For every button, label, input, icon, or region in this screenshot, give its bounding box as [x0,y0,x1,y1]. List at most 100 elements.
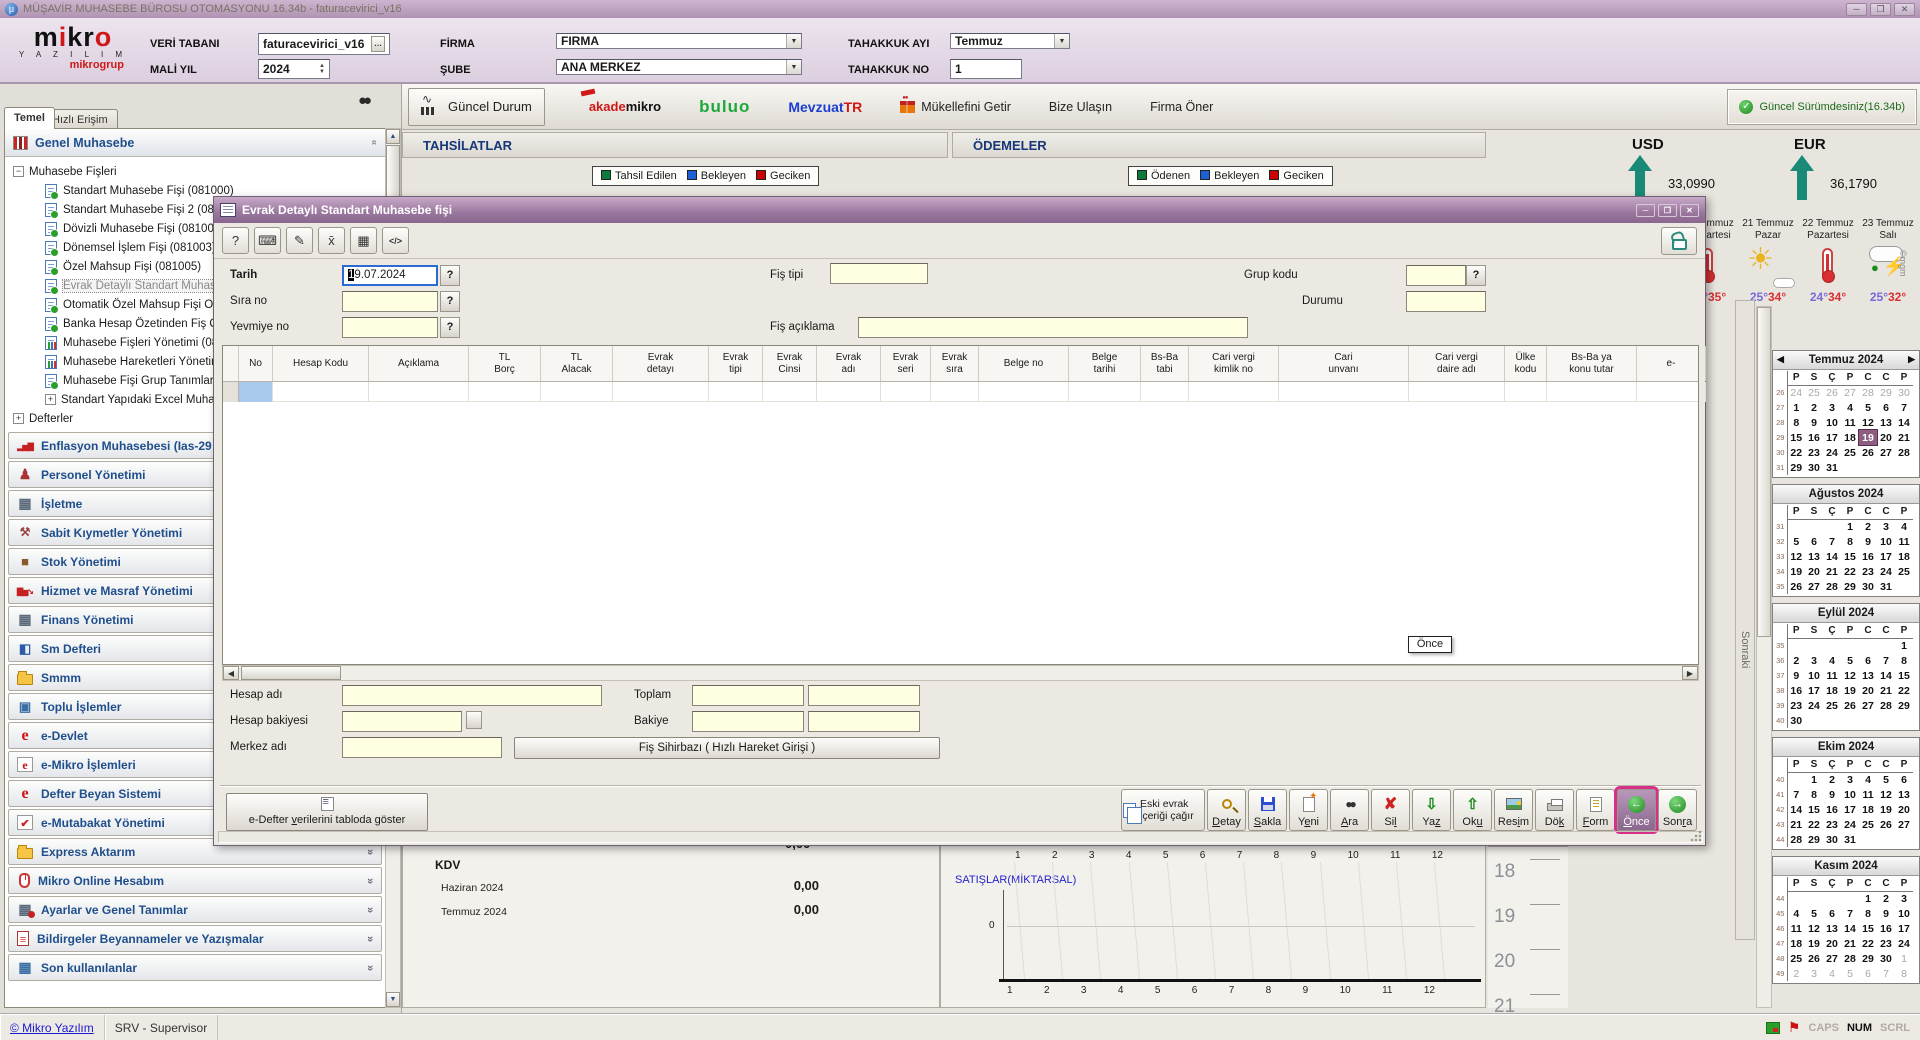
chevron-down-icon[interactable]: ▼ [786,60,801,74]
fis-sihirbazi-button[interactable]: Fiş Sihirbazı ( Hızlı Hareket Girişi ) [514,737,940,759]
resim-button[interactable]: Resim [1494,789,1533,831]
detay-button[interactable]: Detay [1207,789,1246,831]
calendar-day[interactable]: 19 [1805,936,1823,951]
calendar-day[interactable]: 18 [1859,802,1877,817]
calendar-day[interactable]: 25 [1823,698,1841,713]
sidebar-item-ayarlar-ve-genel-tan-mla[interactable]: Ayarlar ve Genel Tanımlar» [8,896,382,923]
scroll-down-icon[interactable]: ▼ [386,992,400,1007]
calendar-day[interactable]: 11 [1787,921,1805,936]
calendar-day[interactable]: 6 [1823,906,1841,921]
tab-temel[interactable]: Temel [4,107,55,129]
sube-select[interactable]: ANA MERKEZ▼ [556,59,802,75]
calendar-day[interactable]: 5 [1805,906,1823,921]
maximize-icon[interactable]: ❐ [1870,3,1891,16]
calendar-day[interactable]: 1 [1805,772,1823,787]
calendar-day[interactable]: 27 [1877,445,1895,460]
bize-ulasin-link[interactable]: Bize Ulaşın [1049,100,1112,114]
d-k-button[interactable]: Dök [1535,789,1574,831]
calendar-day[interactable]: 3 [1805,966,1823,981]
sira-no-input[interactable] [342,291,438,312]
calendar-day[interactable]: 10 [1877,534,1895,549]
firma-oner-link[interactable]: Firma Öner [1150,100,1213,114]
dialog-maximize-icon[interactable]: ❐ [1658,204,1677,217]
calendar-day[interactable]: 25 [1787,951,1805,966]
calendar-day[interactable]: 19 [1859,430,1877,445]
calendar-day[interactable]: 21 [1823,564,1841,579]
calendar-day[interactable]: 13 [1859,668,1877,683]
calendar-day[interactable]: 5 [1859,400,1877,415]
yevmiye-no-input[interactable] [342,317,438,338]
calendar-day[interactable]: 9 [1859,534,1877,549]
sidebar-group-genel-muhasebe[interactable]: Genel Muhasebe » [5,129,385,157]
sonraki-strip[interactable]: Sonraki [1735,300,1755,940]
minus-expander-icon[interactable]: − [13,166,24,177]
hesap-bakiyesi-field[interactable] [342,711,462,732]
durumu-input[interactable] [1406,291,1486,312]
calendar-day[interactable]: 24 [1877,564,1895,579]
grid-cell[interactable] [931,382,979,402]
version-status[interactable]: ✓Güncel Sürümdesiniz(16.34b) [1728,90,1916,124]
calendar-day[interactable]: 4 [1895,519,1913,534]
calendar-day[interactable]: 24 [1841,817,1859,832]
firma-select[interactable]: FIRMA▼ [556,33,802,49]
grid-column-header[interactable]: e- [1637,346,1706,381]
grid-row[interactable] [223,382,1698,402]
form-button[interactable]: Form [1576,789,1615,831]
calendar-day[interactable]: 7 [1787,787,1805,802]
grid-cell[interactable] [613,382,709,402]
calendar-day[interactable]: 3 [1841,772,1859,787]
calendar-day[interactable]: 21 [1841,936,1859,951]
grid-column-header[interactable]: Bs-Ba yakonu tutar [1547,346,1637,381]
grid-cell[interactable] [709,382,763,402]
calendar-day[interactable]: 9 [1823,787,1841,802]
calendar-day[interactable]: 28 [1895,445,1913,460]
grid-column-header[interactable]: Belgetarihi [1069,346,1141,381]
calendar-day[interactable]: 12 [1805,921,1823,936]
calendar-day[interactable]: 31 [1823,460,1841,475]
calendar-day[interactable]: 20 [1877,430,1895,445]
calendar-day[interactable]: 21 [1895,430,1913,445]
resize-grip[interactable] [1690,830,1702,842]
calendar-day[interactable]: 25 [1841,445,1859,460]
grid-column-header[interactable]: Belge no [979,346,1069,381]
calendar-day[interactable]: 5 [1877,772,1895,787]
grid-column-header[interactable] [223,346,239,381]
grid-cell[interactable] [223,382,239,402]
grid-column-header[interactable]: EvrakCinsi [763,346,817,381]
dialog-close-icon[interactable]: ✕ [1680,204,1699,217]
calendar-day[interactable]: 10 [1805,668,1823,683]
sidebar-item-son-kullan-lanlar[interactable]: Son kullanılanlar» [8,954,382,981]
calendar-day[interactable]: 12 [1787,549,1805,564]
scroll-right-icon[interactable]: ▶ [1682,666,1698,680]
calendar-day[interactable]: 28 [1823,579,1841,594]
grid-column-header[interactable]: Cari vergidaire adı [1409,346,1505,381]
calendar-day[interactable]: 9 [1787,668,1805,683]
keyboard-icon[interactable]: ⌨ [254,227,281,254]
calendar-day[interactable]: 6 [1859,966,1877,981]
grid-cell[interactable] [979,382,1069,402]
calendar-day[interactable]: 29 [1805,832,1823,847]
tree-item[interactable]: −Muhasebe Fişleri [5,162,385,181]
calendar-day[interactable]: 2 [1805,400,1823,415]
code-icon[interactable]: </> [382,227,409,254]
scrollbar-thumb[interactable] [1757,307,1771,637]
mali-yil-input[interactable]: 2024▲▼ [258,59,330,79]
calendar-day[interactable]: 24 [1787,385,1805,400]
calendar-day[interactable]: 27 [1823,951,1841,966]
calendar-day[interactable]: 3 [1823,400,1841,415]
calendar-day[interactable]: 31 [1877,579,1895,594]
calendar-day[interactable]: 23 [1787,698,1805,713]
calendar-day[interactable]: 14 [1895,415,1913,430]
grid-column-header[interactable]: Evraktipi [709,346,763,381]
grid-cell[interactable] [817,382,881,402]
grid-column-header[interactable]: Cari vergikimlik no [1189,346,1279,381]
calendar-day[interactable]: 13 [1823,921,1841,936]
calendar-day[interactable]: 17 [1823,430,1841,445]
minimize-icon[interactable]: ─ [1846,3,1867,16]
calendar-day[interactable]: 4 [1859,772,1877,787]
scroll-up-icon[interactable]: ▲ [386,129,400,144]
calendar-day[interactable]: 1 [1787,400,1805,415]
grid-cell[interactable] [273,382,369,402]
calendar-day[interactable]: 17 [1895,921,1913,936]
calendar-day[interactable]: 19 [1841,683,1859,698]
